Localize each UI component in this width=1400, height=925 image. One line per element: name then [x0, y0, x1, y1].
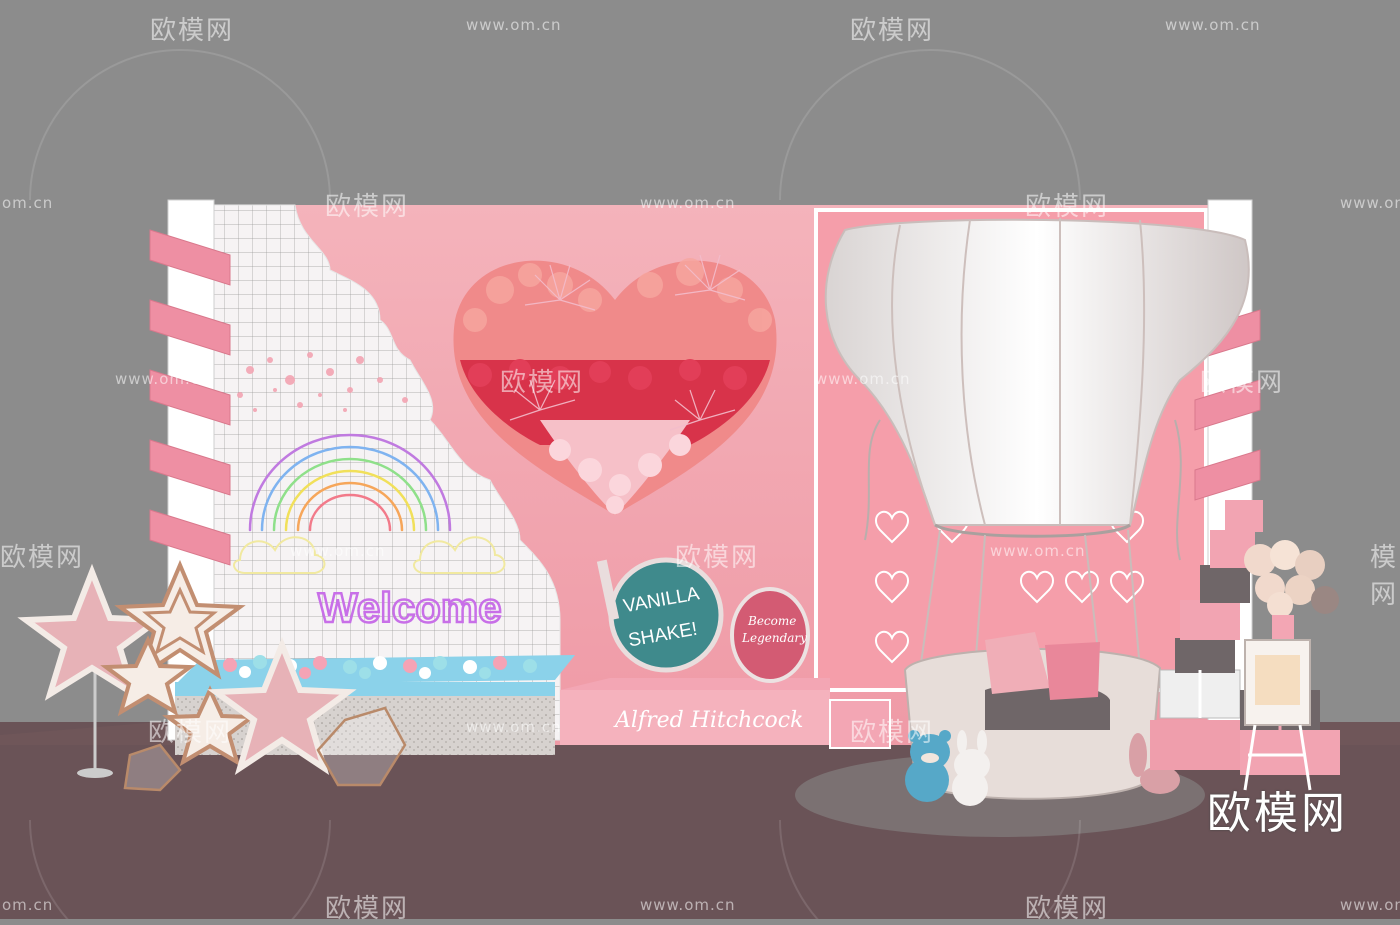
watermark-url: om.cn [2, 896, 54, 914]
watermark-url: www.om.cn [115, 370, 211, 388]
watermark-logo: 欧模网 [0, 543, 85, 573]
watermark-url: www.om.cn [1340, 896, 1400, 914]
watermark-logo: 欧模网 [1200, 368, 1285, 398]
watermark-logo: 欧模网 [148, 718, 233, 748]
become-text: Become [747, 614, 796, 628]
legendary-text: Legendary [741, 631, 807, 645]
watermark-url: om.cn [2, 194, 54, 212]
become-legendary-sign: Become Legendary [730, 587, 810, 683]
watermark-logo: 欧模网 [850, 718, 935, 748]
welcome-sign: Welcome [318, 584, 502, 631]
watermark-url: www.om.cn [990, 542, 1086, 560]
watermark-url: www.om.cn [290, 542, 386, 560]
watermark-logo: 欧模网 [1025, 192, 1110, 222]
watermark-url: www.om.cn [1340, 194, 1400, 212]
platform-signature: Alfred Hitchcock [613, 708, 803, 733]
corner-brand-logo: 欧模网 [1207, 788, 1348, 839]
watermark-logo: 欧模网 [325, 192, 410, 222]
watermark-url: www.om.cn [815, 370, 911, 388]
watermark-url: www.om.cn [466, 718, 562, 736]
watermark-url: www.om.cn [640, 194, 736, 212]
watermark-logo: 欧模网 [500, 368, 585, 398]
watermark-logo: 模网 [1370, 543, 1399, 610]
watermark-logo: 欧模网 [850, 16, 935, 46]
render-canvas: Welcome Alfred Hitchcock VANILLA SHAKE! … [0, 49, 1400, 919]
balloon-bunch [1244, 540, 1339, 650]
watermark-url: www.om.cn [1165, 16, 1261, 34]
watermark-url: www.om.cn [466, 16, 562, 34]
watermark-logo: 欧模网 [325, 894, 410, 924]
watermark-logo: 欧模网 [675, 543, 760, 573]
watermark-url: www.om.cn [640, 896, 736, 914]
scene: Welcome Alfred Hitchcock VANILLA SHAKE! … [0, 0, 1400, 924]
pink-platform: Alfred Hitchcock [560, 678, 830, 745]
watermark-logo: 欧模网 [150, 16, 235, 46]
watermark-logo: 欧模网 [1025, 894, 1110, 924]
